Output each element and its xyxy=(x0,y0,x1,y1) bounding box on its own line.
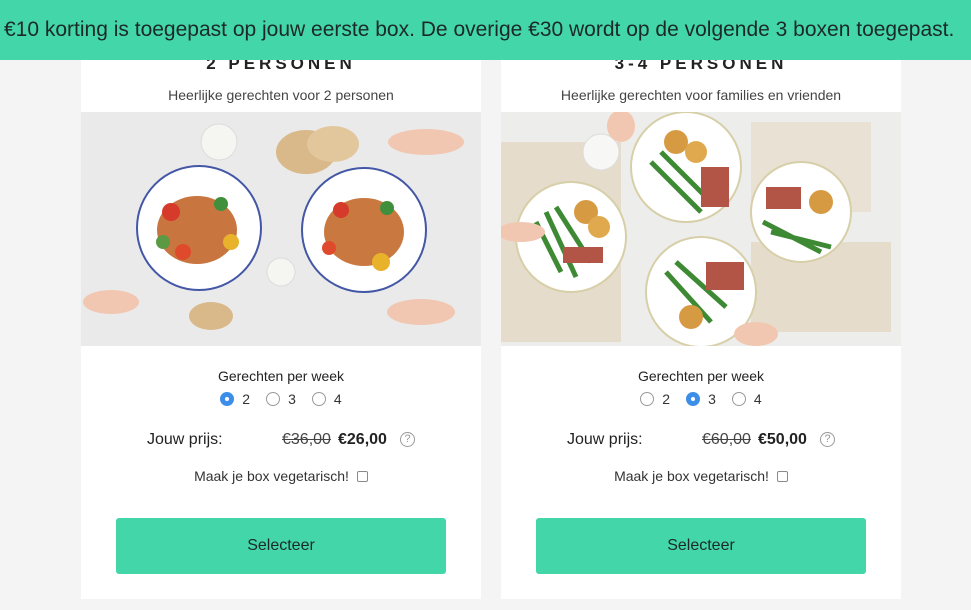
plan-photo xyxy=(81,112,481,346)
radio-label: 4 xyxy=(753,391,762,407)
help-icon[interactable]: ? xyxy=(820,432,835,447)
meals-per-week-label: Gerechten per week xyxy=(217,368,345,384)
discount-banner-text: €10 korting is toegepast op jouw eerste … xyxy=(4,18,955,41)
price-label: Jouw prijs: xyxy=(567,431,643,448)
plan-subtitle: Heerlijke gerechten voor 2 personen xyxy=(168,87,394,103)
plan-subtitle: Heerlijke gerechten voor families en vri… xyxy=(560,87,842,103)
new-price: €50,00 xyxy=(758,431,807,448)
price-label: Jouw prijs: xyxy=(147,431,223,448)
radio-label: 3 xyxy=(288,391,296,407)
price-row: Jouw prijs: €36,00 €26,00 ? xyxy=(81,431,481,451)
plan-card-2-persons: 2 PERSONEN Heerlijke gerechten voor 2 pe… xyxy=(81,34,481,599)
vegetarian-checkbox[interactable] xyxy=(776,470,788,482)
meals-per-week-options: 2 3 4 xyxy=(81,391,481,407)
discount-banner: €10 korting is toegepast op jouw eerste … xyxy=(0,0,971,60)
vegetarian-label: Maak je box vegetarisch! xyxy=(614,468,769,484)
radio-label: 4 xyxy=(333,391,342,407)
meal-photo-3-4-persons xyxy=(501,112,901,346)
meals-per-week-label: Gerechten per week xyxy=(637,368,765,384)
radio-button[interactable] xyxy=(220,392,235,406)
radio-button[interactable] xyxy=(686,392,701,406)
meal-photo-2-persons xyxy=(81,112,481,346)
plan-card-3-4-persons: 3-4 PERSONEN Heerlijke gerechten voor fa… xyxy=(501,34,901,599)
vegetarian-option[interactable]: Maak je box vegetarisch! xyxy=(501,468,901,484)
vegetarian-option[interactable]: Maak je box vegetarisch! xyxy=(81,468,481,484)
radio-label: 2 xyxy=(242,391,251,407)
radio-button[interactable] xyxy=(731,392,746,406)
radio-label: 3 xyxy=(708,391,716,407)
meals-option-2[interactable]: 2 xyxy=(640,391,670,407)
price-row: Jouw prijs: €60,00 €50,00 ? xyxy=(501,431,901,451)
radio-button[interactable] xyxy=(266,392,281,406)
vegetarian-checkbox[interactable] xyxy=(356,470,368,482)
radio-button[interactable] xyxy=(640,392,655,406)
new-price: €26,00 xyxy=(338,431,387,448)
plan-photo xyxy=(501,112,901,346)
radio-label: 2 xyxy=(662,391,671,407)
meals-option-3[interactable]: 3 xyxy=(266,391,296,407)
meals-option-4[interactable]: 4 xyxy=(731,391,762,407)
radio-button[interactable] xyxy=(311,392,326,406)
old-price: €36,00 xyxy=(282,431,331,448)
select-button[interactable]: Selecteer xyxy=(116,518,446,574)
vegetarian-label: Maak je box vegetarisch! xyxy=(194,468,349,484)
meals-option-4[interactable]: 4 xyxy=(311,391,342,407)
old-price: €60,00 xyxy=(702,431,751,448)
select-button[interactable]: Selecteer xyxy=(536,518,866,574)
meals-option-2[interactable]: 2 xyxy=(220,391,250,407)
meals-option-3[interactable]: 3 xyxy=(686,391,716,407)
help-icon[interactable]: ? xyxy=(400,432,415,447)
meals-per-week-options: 2 3 4 xyxy=(501,391,901,407)
